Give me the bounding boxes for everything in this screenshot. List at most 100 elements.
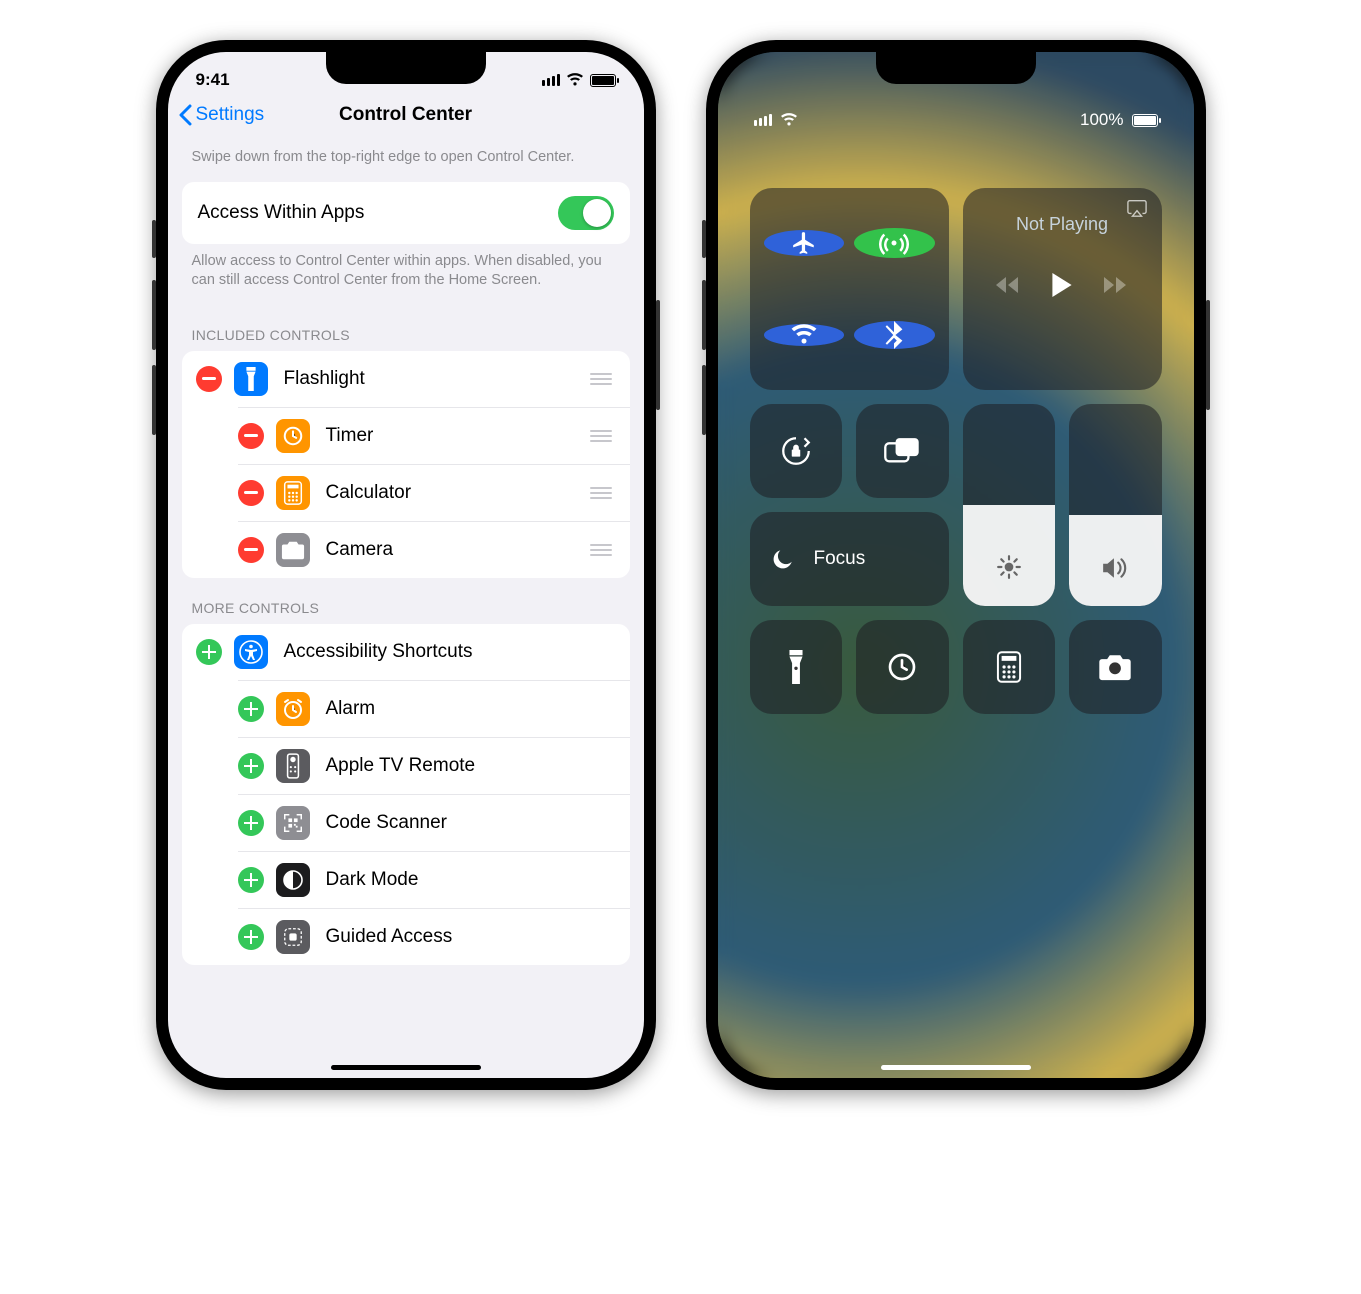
timer-icon xyxy=(886,651,918,683)
control-label: Camera xyxy=(326,539,590,561)
flashlight-icon xyxy=(786,650,806,684)
moon-icon xyxy=(770,546,796,572)
media-play-button[interactable] xyxy=(1052,273,1072,297)
focus-label: Focus xyxy=(814,548,866,570)
wifi-icon xyxy=(566,73,584,87)
add-button[interactable] xyxy=(238,696,264,722)
brightness-slider[interactable] xyxy=(963,404,1056,606)
camera-icon xyxy=(276,533,310,567)
status-time: 9:41 xyxy=(196,70,230,90)
add-button[interactable] xyxy=(238,867,264,893)
antenna-icon xyxy=(879,228,909,258)
cellular-signal-icon xyxy=(542,74,560,86)
timer-icon xyxy=(276,419,310,453)
qr-icon xyxy=(276,806,310,840)
more-row: Accessibility Shortcuts xyxy=(182,624,630,680)
volume-icon xyxy=(1101,556,1129,580)
airplane-icon xyxy=(791,230,817,256)
included-row: Timer xyxy=(238,407,630,464)
control-label: Apple TV Remote xyxy=(326,755,616,777)
more-row: Guided Access xyxy=(238,908,630,965)
nav-bar: Settings Control Center xyxy=(168,94,644,140)
control-label: Alarm xyxy=(326,698,616,720)
battery-icon xyxy=(590,74,616,87)
remote-icon xyxy=(276,749,310,783)
access-toggle[interactable] xyxy=(558,196,614,230)
control-label: Calculator xyxy=(326,482,590,504)
drag-handle[interactable] xyxy=(590,487,616,499)
included-row: Flashlight xyxy=(182,351,630,407)
remove-button[interactable] xyxy=(238,423,264,449)
airplay-icon[interactable] xyxy=(1126,198,1148,218)
control-label: Code Scanner xyxy=(326,812,616,834)
add-button[interactable] xyxy=(238,753,264,779)
included-row: Camera xyxy=(238,521,630,578)
control-label: Timer xyxy=(326,425,590,447)
control-label: Flashlight xyxy=(284,368,590,390)
phone-control-center: 100% xyxy=(706,40,1206,1090)
calculator-icon xyxy=(276,476,310,510)
wifi-toggle[interactable] xyxy=(764,324,845,346)
alarm-icon xyxy=(276,692,310,726)
drag-handle[interactable] xyxy=(590,373,616,385)
access-desc: Allow access to Control Center within ap… xyxy=(168,244,644,305)
media-prev-button[interactable] xyxy=(996,276,1020,294)
flashlight-tile[interactable] xyxy=(750,620,843,714)
home-indicator[interactable] xyxy=(881,1065,1031,1070)
control-label: Guided Access xyxy=(326,926,616,948)
remove-button[interactable] xyxy=(238,480,264,506)
orientation-lock-tile[interactable] xyxy=(750,404,843,498)
calculator-tile[interactable] xyxy=(963,620,1056,714)
now-playing-label: Not Playing xyxy=(1016,214,1108,235)
more-controls-list: Accessibility Shortcuts Alarm Apple TV Rem… xyxy=(182,624,630,965)
wifi-icon xyxy=(780,113,798,127)
more-header: MORE CONTROLS xyxy=(168,578,644,624)
orientation-lock-icon xyxy=(779,434,813,468)
remove-button[interactable] xyxy=(238,537,264,563)
intro-text: Swipe down from the top-right edge to op… xyxy=(168,140,644,182)
access-within-apps-row: Access Within Apps xyxy=(182,182,630,244)
more-row: Code Scanner xyxy=(238,794,630,851)
add-button[interactable] xyxy=(196,639,222,665)
wifi-icon xyxy=(790,324,818,346)
media-tile[interactable]: Not Playing xyxy=(963,188,1162,390)
included-row: Calculator xyxy=(238,464,630,521)
calculator-icon xyxy=(996,651,1022,683)
brightness-icon xyxy=(996,554,1022,580)
phone-settings: 9:41 Settings Control Center Swipe down … xyxy=(156,40,656,1090)
more-row: Alarm xyxy=(238,680,630,737)
page-title: Control Center xyxy=(168,104,644,126)
cellular-signal-icon xyxy=(754,114,772,126)
flashlight-icon xyxy=(234,362,268,396)
darkmode-icon xyxy=(276,863,310,897)
included-controls-list: Flashlight Timer Calculator Camera xyxy=(182,351,630,578)
accessibility-icon xyxy=(234,635,268,669)
battery-percent: 100% xyxy=(1080,110,1123,130)
battery-icon xyxy=(1132,114,1158,127)
timer-tile[interactable] xyxy=(856,620,949,714)
control-label: Dark Mode xyxy=(326,869,616,891)
volume-slider[interactable] xyxy=(1069,404,1162,606)
bluetooth-toggle[interactable] xyxy=(854,321,935,349)
screen-mirroring-icon xyxy=(884,436,920,466)
home-indicator[interactable] xyxy=(331,1065,481,1070)
connectivity-tile[interactable] xyxy=(750,188,949,390)
cellular-toggle[interactable] xyxy=(854,228,935,258)
add-button[interactable] xyxy=(238,810,264,836)
focus-tile[interactable]: Focus xyxy=(750,512,949,606)
camera-icon xyxy=(1098,653,1132,681)
drag-handle[interactable] xyxy=(590,544,616,556)
camera-tile[interactable] xyxy=(1069,620,1162,714)
access-label: Access Within Apps xyxy=(198,202,558,224)
airplane-toggle[interactable] xyxy=(764,230,845,256)
media-next-button[interactable] xyxy=(1104,276,1128,294)
guided-icon xyxy=(276,920,310,954)
bluetooth-icon xyxy=(885,321,903,349)
remove-button[interactable] xyxy=(196,366,222,392)
drag-handle[interactable] xyxy=(590,430,616,442)
screen-mirroring-tile[interactable] xyxy=(856,404,949,498)
add-button[interactable] xyxy=(238,924,264,950)
included-header: INCLUDED CONTROLS xyxy=(168,305,644,351)
cc-status-bar: 100% xyxy=(718,110,1194,130)
more-row: Apple TV Remote xyxy=(238,737,630,794)
